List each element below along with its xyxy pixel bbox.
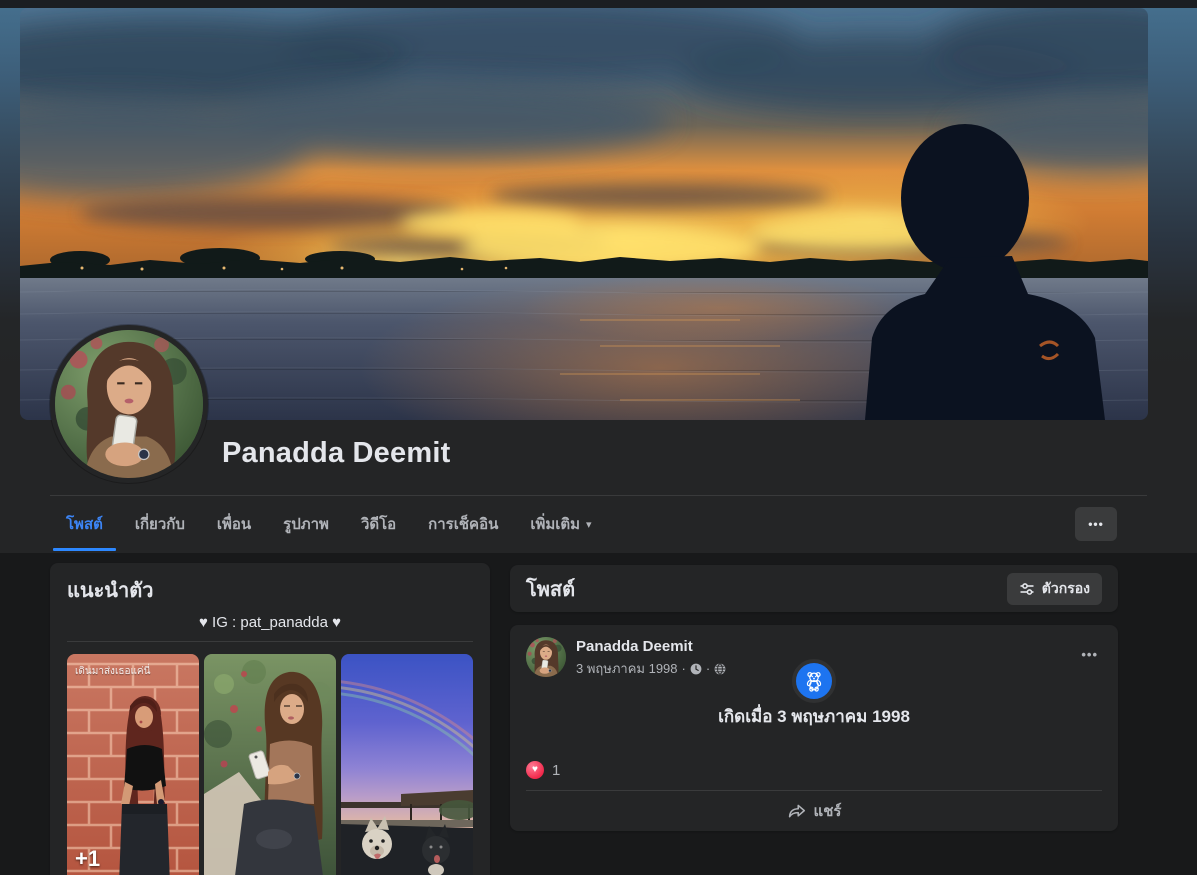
share-arrow-icon — [788, 804, 805, 817]
post-content-text: เกิดเมื่อ 3 พฤษภาคม 1998 — [718, 707, 910, 726]
tab-checkins[interactable]: การเช็คอิน — [412, 496, 514, 551]
post-date-row: 3 พฤษภาคม 1998 · · — [576, 658, 726, 679]
photo2-art — [204, 654, 336, 875]
reactions-summary[interactable]: ♥ 1 — [526, 761, 560, 779]
posts-section-header: โพสต์ ตัวกรอง — [510, 565, 1118, 612]
post-header-info: Panadda Deemit 3 พฤษภาคม 1998 · · — [576, 637, 726, 679]
dot-separator: · — [705, 661, 711, 676]
post-divider — [526, 790, 1102, 791]
intro-photo-grid: เดินมาส่งเธอแค่นี่ +1 — [67, 654, 473, 875]
ellipsis-icon: ••• — [1088, 517, 1104, 531]
tab-friends[interactable]: เพื่อน — [201, 496, 267, 551]
life-event-badge — [792, 659, 836, 703]
filter-sliders-icon — [1020, 582, 1034, 595]
share-button-label: แชร์ — [813, 803, 842, 820]
filters-button[interactable]: ตัวกรอง — [1006, 572, 1102, 605]
facebook-profile-page: Panadda Deemit โพสต์ เกี่ยวกับ เพื่อน รู… — [0, 0, 1197, 875]
photo1-art — [67, 654, 199, 875]
profile-header: Panadda Deemit โพสต์ เกี่ยวกับ เพื่อน รู… — [0, 0, 1197, 553]
post-header: Panadda Deemit 3 พฤษภาคม 1998 · · — [526, 637, 726, 679]
photo-brick-wall-portrait[interactable]: เดินมาส่งเธอแค่นี่ +1 — [67, 654, 199, 875]
more-options-button[interactable]: ••• — [1075, 507, 1117, 541]
tab-about[interactable]: เกี่ยวกับ — [119, 496, 201, 551]
chevron-down-icon: ▾ — [586, 519, 592, 531]
tab-videos[interactable]: วิดีโอ — [345, 496, 412, 551]
window-top-strip — [0, 0, 1197, 8]
dot-separator: · — [681, 661, 686, 676]
profile-tabbar: โพสต์ เกี่ยวกับ เพื่อน รูปภาพ วิดีโอ การ… — [50, 495, 1147, 554]
profile-avatar[interactable] — [50, 325, 208, 483]
profile-name: Panadda Deemit — [222, 437, 451, 469]
love-reaction-icon: ♥ — [526, 761, 544, 779]
intro-bio: ♥ IG : pat_panadda ♥ — [198, 614, 342, 631]
share-button[interactable]: แชร์ — [518, 795, 1110, 827]
posts-section-title: โพสต์ — [526, 578, 576, 601]
main-content: แนะนำตัว ♥ IG : pat_panadda ♥ เดินมาส่งเ… — [0, 553, 1197, 875]
teddy-bear-icon — [806, 672, 822, 692]
birthday-post-card: Panadda Deemit 3 พฤษภาคม 1998 · · ••• เก… — [510, 625, 1118, 831]
filters-button-label: ตัวกรอง — [1041, 579, 1090, 596]
photo-more-count: +1 — [75, 846, 101, 871]
post-author-name[interactable]: Panadda Deemit — [576, 637, 726, 656]
post-author-avatar[interactable] — [526, 637, 566, 677]
tab-photos[interactable]: รูปภาพ — [267, 496, 345, 551]
post-date[interactable]: 3 พฤษภาคม 1998 — [576, 658, 678, 679]
intro-card: แนะนำตัว ♥ IG : pat_panadda ♥ เดินมาส่งเ… — [50, 563, 490, 875]
intro-title: แนะนำตัว — [67, 580, 154, 602]
photo3-art — [341, 654, 473, 875]
tab-posts[interactable]: โพสต์ — [50, 496, 119, 551]
profile-avatar-art — [55, 330, 203, 478]
photo-phone-portrait[interactable] — [204, 654, 336, 875]
tab-more[interactable]: เพิ่มเติม ▾ — [514, 496, 607, 551]
intro-divider — [67, 641, 473, 642]
globe-privacy-icon — [714, 663, 726, 674]
reaction-count: 1 — [552, 761, 561, 779]
clock-icon — [690, 663, 702, 674]
photo-rainbow-sky-dogs[interactable] — [341, 654, 473, 875]
photo-caption-overlay: เดินมาส่งเธอแค่นี่ — [75, 666, 151, 677]
post-avatar-art — [526, 637, 566, 677]
post-more-button[interactable]: ••• — [1077, 643, 1102, 666]
